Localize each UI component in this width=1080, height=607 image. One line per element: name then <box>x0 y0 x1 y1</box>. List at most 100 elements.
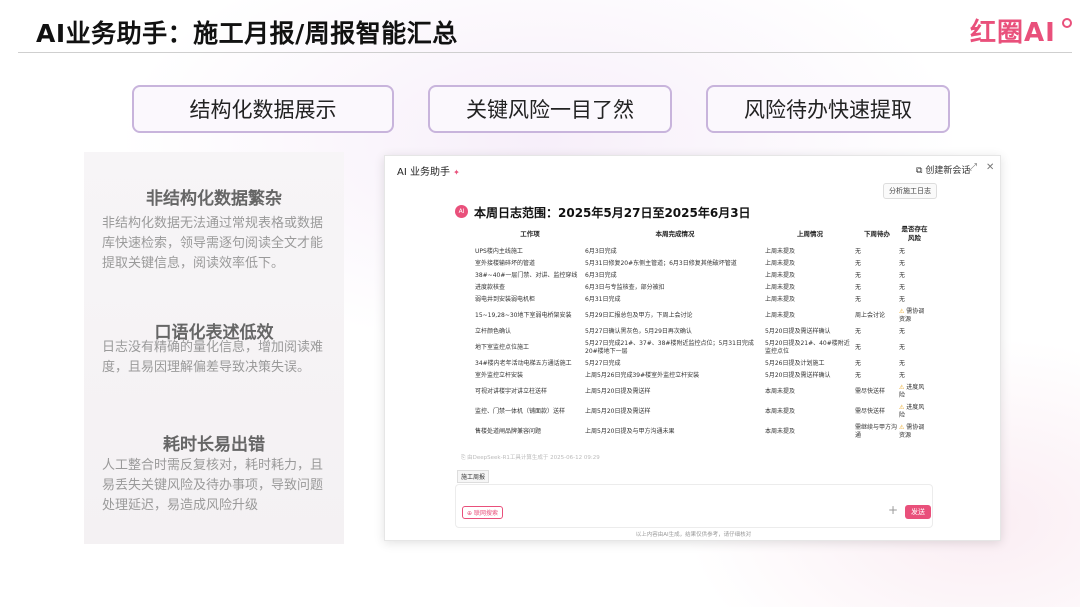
table-cell-text: 上周5月20日提及与甲方沟通未果 <box>585 428 675 435</box>
table-header: 工作项 <box>520 229 540 238</box>
table-row: UPS楼内主线施工 6月3日完成 上周未提及 无 无 <box>475 246 930 258</box>
table-cell-text: 5月20日提及需送样确认 <box>765 372 831 379</box>
pain-body-unstructured: 非结构化数据无法通过常规表格或数据库快速检索，领导需逐句阅读全文才能提取关键信息… <box>102 216 324 271</box>
table-cell-text: 需尽快送样 <box>855 388 886 395</box>
table-cell-text: 5月27日完成21#、37#、38#楼附近监控点位；5月31日完成20#楼地下一… <box>585 340 754 355</box>
table-cell-item: 地下室监控点位施工 <box>475 338 585 358</box>
table-cell-last: 上周未提及 <box>765 294 855 306</box>
report-heading: 本周日志范围：2025年5月27日至2025年6月3日 <box>474 206 751 220</box>
globe-icon: ⊕ <box>467 510 473 517</box>
web-search-toggle[interactable]: ⊕ 联网搜索 <box>462 506 503 519</box>
table-cell-item: 38#~40#一层门禁、对讲、监控穿线 <box>475 270 585 282</box>
table-cell-next: 无 <box>855 246 899 258</box>
table-cell-text: 无 <box>855 260 862 267</box>
table-header: 上周情况 <box>797 229 823 238</box>
table-cell-text: 无 <box>855 344 862 351</box>
table-cell-last: 5月20日提及需送样确认 <box>765 370 855 382</box>
table-cell-last: 5月20日提及需送样确认 <box>765 326 855 338</box>
table-cell-risk: 无 <box>899 246 930 258</box>
message-input[interactable]: ⊕ 联网搜索 + 发送 <box>455 484 933 528</box>
feature-pill-risk: 关键风险一目了然 <box>428 85 672 133</box>
table-cell-text: 5月20日提及21#、40#楼附近监控点位 <box>765 340 850 355</box>
table-cell-risk: 无 <box>899 358 930 370</box>
expand-icon[interactable]: ⤢ <box>969 162 977 173</box>
table-cell-text: 无 <box>899 328 906 335</box>
table-cell-next: 无 <box>855 294 899 306</box>
table-cell-text: 上周5月20日提及需送样 <box>585 388 651 395</box>
table-header: 是否存在风险 <box>901 225 928 242</box>
table-cell-text: 本周未提及 <box>765 388 796 395</box>
table-cell-text: 6月3日完成 <box>585 248 617 255</box>
table-cell-next: 无 <box>855 282 899 294</box>
close-icon[interactable]: ✕ <box>986 162 994 173</box>
table-cell-text: 上周未提及 <box>765 284 796 291</box>
table-cell-text: 无 <box>899 248 906 255</box>
table-cell-text: 上周未提及 <box>765 312 796 319</box>
table-cell-text: 上周未提及 <box>765 248 796 255</box>
brand-logo: 红圈AI <box>970 12 1072 48</box>
table-cell-text: 6月3日完成 <box>585 272 617 279</box>
table-cell-text: 可视对讲楼宇对讲立柱送样 <box>475 388 548 395</box>
copy-icon: ⎘ <box>461 455 466 461</box>
analyze-log-button[interactable]: 分析施工日志 <box>883 183 937 199</box>
table-cell-done: 5月27日完成 <box>585 358 765 370</box>
table-row: 可视对讲楼宇对讲立柱送样 上周5月20日提及需送样 本周未提及 需尽快送样 ⚠ 进度风险 <box>475 382 930 402</box>
table-row: 弱电井到安装弱电机柜 6月31日完成 上周未提及 无 无 <box>475 294 930 306</box>
table-cell-risk: 无 <box>899 282 930 294</box>
ai-disclaimer: 以上内容由AI生成，结果仅供参考，请仔细核对 <box>635 532 752 538</box>
table-cell-text: 5月27日完成 <box>585 360 621 367</box>
new-chat-icon: ⧉ <box>916 166 923 176</box>
table-cell-risk: 无 <box>899 370 930 382</box>
table-cell-done: 5月27日确认黑灰色，5月29日再次确认 <box>585 326 765 338</box>
table-cell-text: 上周5月26日完成39#楼室外监控立杆安装 <box>585 372 700 379</box>
table-cell-text: 无 <box>855 248 862 255</box>
table-row: 地下室监控点位施工 5月27日完成21#、37#、38#楼附近监控点位；5月31日… <box>475 338 930 358</box>
table-cell-next: 周上会讨论 <box>855 306 899 326</box>
table-cell-text: 需继续与甲方沟通 <box>855 424 898 439</box>
table-cell-text: 上周5月20日提及需送样 <box>585 408 651 415</box>
table-cell-text: 15~19,28~30地下室弱电桥架安装 <box>475 312 572 319</box>
table-cell-risk: ⚠ 需协调资源 <box>899 306 930 326</box>
table-cell-text: 立杆颜色确认 <box>475 328 512 335</box>
table-cell-text: 地下室监控点位施工 <box>475 344 530 351</box>
table-cell-text: 无 <box>899 344 906 351</box>
table-cell-last: 本周未提及 <box>765 382 855 402</box>
window-title: AI 业务助手 ✦ <box>397 163 460 178</box>
table-row: 监控、门禁一体机（铺面款）送样 上周5月20日提及需送样 本周未提及 需尽快送样 ⚠ 进… <box>475 402 930 422</box>
table-cell-risk: 无 <box>899 258 930 270</box>
brand-dot-icon <box>1062 18 1072 28</box>
table-cell-text: 5月27日确认黑灰色，5月29日再次确认 <box>585 328 692 335</box>
table-cell-text: 本周未提及 <box>765 408 796 415</box>
plus-icon[interactable]: + <box>888 503 898 517</box>
table-header: 本周完成情况 <box>655 229 695 238</box>
table-cell-item: 可视对讲楼宇对讲立柱送样 <box>475 382 585 402</box>
table-cell-next: 需尽快送样 <box>855 382 899 402</box>
table-cell-item: 15~19,28~30地下室弱电桥架安装 <box>475 306 585 326</box>
pain-heading-unstructured: 非结构化数据繁杂 <box>146 189 282 209</box>
table-cell-done: 6月31日完成 <box>585 294 765 306</box>
table-row: 售楼处道闸品牌兼容问题 上周5月20日提及与甲方沟通未果 本周未提及 需继续与甲方沟通… <box>475 422 930 442</box>
table-cell-risk: ⚠ 进度风险 <box>899 402 930 422</box>
table-cell-text: 5月29日汇报总包及甲方，下周上会讨论 <box>585 312 693 319</box>
table-row: 38#~40#一层门禁、对讲、监控穿线 6月3日完成 上周未提及 无 无 <box>475 270 930 282</box>
new-chat-button[interactable]: ⧉ 创建新会话 <box>916 163 970 176</box>
table-cell-risk: ⚠ 需协调资源 <box>899 422 930 442</box>
web-search-label: 联网搜索 <box>473 510 498 517</box>
generation-note: ⎘ 由DeepSeek-R1工具计算生成于 2025-06-12 09:29 <box>461 453 600 462</box>
table-row: 15~19,28~30地下室弱电桥架安装 5月29日汇报总包及甲方，下周上会讨论 上… <box>475 306 930 326</box>
table-cell-text: 无 <box>899 284 906 291</box>
table-cell-text: 无 <box>899 272 906 279</box>
table-row: 室外接楼输碎坏的管道 5月31日修复20#东侧主管道；6月3日修复其他破坏管道 上周… <box>475 258 930 270</box>
table-cell-last: 本周未提及 <box>765 402 855 422</box>
new-chat-label: 创建新会话 <box>925 166 971 176</box>
table-cell-text: 6月3日与专监核查，部分被扣 <box>585 284 665 291</box>
table-cell-done: 6月3日完成 <box>585 246 765 258</box>
send-button[interactable]: 发送 <box>905 505 931 519</box>
table-cell-last: 5月20日提及21#、40#楼附近监控点位 <box>765 338 855 358</box>
table-cell-last: 上周未提及 <box>765 282 855 294</box>
table-cell-text: 无 <box>855 328 862 335</box>
table-cell-next: 无 <box>855 258 899 270</box>
table-cell-item: 监控、门禁一体机（铺面款）送样 <box>475 402 585 422</box>
weekly-report-tag[interactable]: 施工周报 <box>457 470 490 483</box>
table-cell-item: 进度款核查 <box>475 282 585 294</box>
